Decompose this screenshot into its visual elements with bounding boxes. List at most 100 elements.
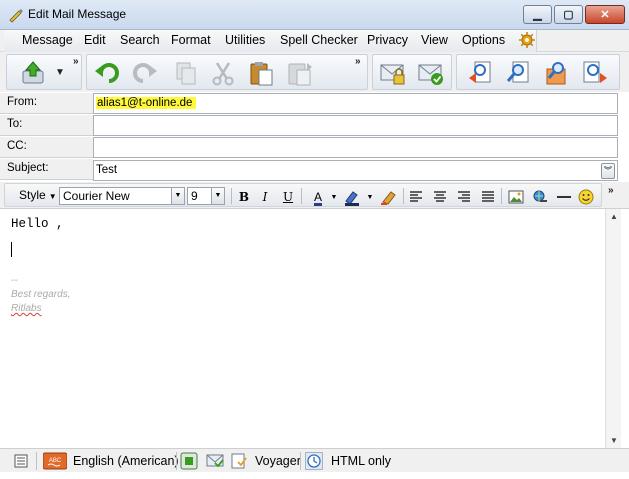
menu-search[interactable]: Search — [120, 33, 160, 47]
clear-format-icon[interactable] — [379, 188, 397, 206]
text-caret — [11, 242, 12, 257]
title-bar: Edit Mail Message ▁ ▢ ✕ — [0, 0, 629, 30]
separator — [231, 188, 232, 204]
menu-utilities[interactable]: Utilities — [225, 33, 265, 47]
font-name-select[interactable]: Courier New ▼ — [59, 187, 185, 205]
spell-check-icon[interactable]: ABC — [43, 452, 67, 470]
style-dropdown[interactable]: Style ▼ — [19, 188, 57, 202]
toolbar-group-search — [456, 54, 620, 90]
toolbar-overflow-1[interactable]: » — [73, 56, 79, 67]
align-center-icon[interactable] — [431, 188, 449, 206]
scroll-up-icon[interactable]: ▲ — [606, 209, 622, 225]
menu-message[interactable]: Message — [22, 33, 73, 47]
template-icon[interactable] — [230, 452, 248, 470]
find-icon[interactable] — [505, 59, 533, 87]
signature-regards: Best regards, — [11, 289, 71, 300]
toolbar-overflow-2[interactable]: » — [355, 56, 361, 67]
status-template[interactable]: Voyager — [255, 451, 301, 471]
status-language[interactable]: English (American) — [73, 451, 179, 471]
sign-icon[interactable] — [417, 59, 445, 87]
notes-icon[interactable] — [12, 452, 30, 470]
to-label: To: — [0, 115, 93, 136]
subject-row: Subject: Test ︾ — [0, 159, 618, 181]
body-greeting: Hello , — [11, 217, 64, 231]
font-size-dropdown-icon[interactable]: ▼ — [211, 188, 224, 204]
subject-field[interactable]: Test ︾ — [93, 160, 618, 181]
font-name-value: Courier New — [63, 189, 130, 203]
undo-icon[interactable] — [93, 59, 121, 87]
status-mode[interactable]: HTML only — [331, 451, 391, 471]
subject-expand-icon[interactable]: ︾ — [601, 163, 615, 179]
align-left-icon[interactable] — [407, 188, 425, 206]
align-justify-icon[interactable] — [479, 188, 497, 206]
to-field[interactable] — [93, 115, 618, 136]
format-toolbar: Style ▼ Courier New ▼ 9 ▼ B I U A ▼ ▼ » — [0, 182, 629, 208]
menu-privacy[interactable]: Privacy — [367, 33, 408, 47]
font-size-select[interactable]: 9 ▼ — [187, 187, 225, 205]
redo-icon[interactable] — [131, 59, 159, 87]
clock-icon[interactable] — [305, 452, 323, 470]
format-overflow[interactable]: » — [608, 185, 614, 196]
chevron-down-icon: ▼ — [48, 192, 57, 201]
subject-label: Subject: — [0, 159, 93, 180]
to-row: To: — [0, 115, 618, 136]
paste-special-icon[interactable] — [285, 59, 313, 87]
highlight-dropdown-icon[interactable]: ▼ — [361, 188, 379, 206]
paste-icon[interactable] — [247, 59, 275, 87]
align-right-icon[interactable] — [455, 188, 473, 206]
mail-edit-icon — [9, 9, 23, 23]
font-color-dropdown-icon[interactable]: ▼ — [325, 188, 343, 206]
menu-format[interactable]: Format — [171, 33, 211, 47]
separator — [300, 452, 301, 470]
copy-icon[interactable] — [171, 59, 199, 87]
menu-bar: Message Edit Search Format Utilities Spe… — [0, 30, 629, 52]
from-label: From: — [0, 93, 93, 114]
font-name-dropdown-icon[interactable]: ▼ — [171, 188, 184, 204]
mail-check-icon[interactable] — [206, 452, 224, 470]
status-bar: ABC English (American) Voyager HTML only — [0, 448, 629, 472]
svg-text:ABC: ABC — [49, 458, 62, 464]
reply-icon[interactable] — [467, 59, 495, 87]
subject-value: Test — [96, 164, 118, 176]
send-icon[interactable] — [19, 59, 47, 87]
editor-scrollbar[interactable]: ▲ ▼ — [605, 209, 621, 449]
bold-button[interactable]: B — [235, 188, 253, 206]
send-dropdown-icon[interactable]: ▼ — [55, 67, 65, 78]
close-icon: ✕ — [600, 9, 610, 21]
cut-icon[interactable] — [209, 59, 237, 87]
maximize-icon: ▢ — [563, 9, 574, 21]
scroll-down-icon[interactable]: ▼ — [606, 433, 622, 449]
status-green-icon[interactable] — [180, 452, 198, 470]
from-field[interactable]: alias1@t-online.de — [93, 93, 618, 114]
maximize-button[interactable]: ▢ — [554, 5, 583, 24]
italic-button[interactable]: I — [256, 188, 274, 206]
menu-edit[interactable]: Edit — [84, 33, 106, 47]
underline-button[interactable]: U — [279, 188, 297, 206]
minimize-button[interactable]: ▁ — [523, 5, 552, 24]
menu-spell-checker[interactable]: Spell Checker — [280, 33, 358, 47]
window-title: Edit Mail Message — [28, 7, 127, 21]
menu-view[interactable]: View — [421, 33, 448, 47]
gear-icon[interactable] — [519, 32, 535, 48]
horizontal-line-icon[interactable] — [555, 188, 573, 206]
message-editor[interactable]: Hello , -- Best regards, Ritlabs ▲ ▼ — [0, 208, 629, 449]
insert-link-icon[interactable] — [531, 188, 549, 206]
style-label: Style — [19, 188, 46, 202]
main-toolbar: ▼ » » — [0, 52, 629, 92]
cc-row: CC: — [0, 137, 618, 158]
close-button[interactable]: ✕ — [585, 5, 625, 24]
signature-name: Ritlabs — [11, 303, 42, 314]
toolbar-group-send: ▼ » — [6, 54, 82, 90]
separator — [176, 452, 177, 470]
encrypt-icon[interactable] — [379, 59, 407, 87]
find-next-icon[interactable] — [543, 59, 571, 87]
smiley-icon[interactable] — [577, 188, 595, 206]
format-strip: Style ▼ Courier New ▼ 9 ▼ B I U A ▼ ▼ — [4, 183, 602, 207]
menu-options[interactable]: Options — [462, 33, 505, 47]
forward-icon[interactable] — [581, 59, 609, 87]
highlight-icon[interactable] — [343, 188, 361, 206]
cc-field[interactable] — [93, 137, 618, 158]
insert-image-icon[interactable] — [507, 188, 525, 206]
font-size-value: 9 — [191, 189, 198, 203]
separator — [501, 188, 502, 204]
